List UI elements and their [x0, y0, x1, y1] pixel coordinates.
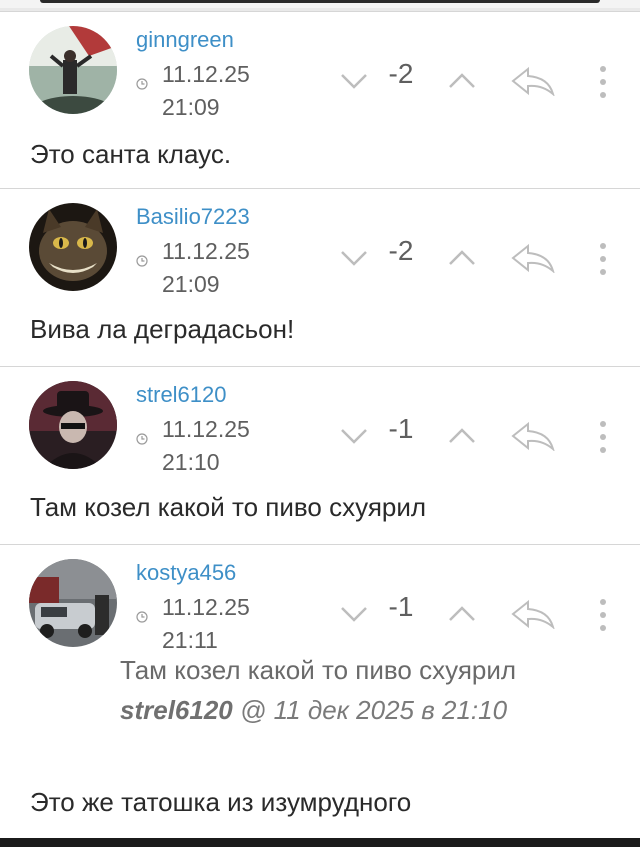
avatar[interactable] [29, 381, 117, 469]
chevron-down-icon[interactable] [340, 249, 368, 267]
comment-text: Там козел какой то пиво схуярил [30, 492, 427, 522]
reply-arrow-icon[interactable] [510, 599, 556, 629]
chevron-down-icon[interactable] [340, 72, 368, 90]
comment-time: 21:11 [162, 627, 218, 653]
reply-arrow-icon[interactable] [510, 66, 556, 96]
username[interactable]: strel6120 [136, 382, 227, 408]
comment-time: 21:09 [162, 271, 220, 297]
username[interactable]: kostya456 [136, 560, 236, 586]
comment-date: 11.12.25 [162, 594, 250, 620]
quoted-text: Там козел какой то пиво схуярил [120, 655, 517, 685]
more-vertical-icon[interactable] [596, 241, 610, 277]
more-vertical-icon[interactable] [596, 419, 610, 455]
comment-score: -1 [388, 413, 414, 444]
chevron-up-icon[interactable] [448, 427, 476, 445]
comment-date: 11.12.25 [162, 416, 250, 442]
quote-attribution: strel6120 @ 11 дек 2025 в 21:10 [120, 695, 507, 726]
comment-date: 11.12.25 [162, 238, 250, 264]
avatar[interactable] [29, 26, 117, 114]
bottom-edge [0, 838, 640, 847]
chevron-up-icon[interactable] [448, 605, 476, 623]
clock-icon [136, 433, 148, 445]
comment-text: Вива ла деградасьон! [30, 314, 295, 344]
comment-item: strel6120 11.12.25 21:10 -1 Там козел ка… [0, 366, 640, 544]
comment-date: 11.12.25 [162, 61, 250, 87]
comment-item: ginngreen 11.12.25 21:09 -2 Это санта кл… [0, 11, 640, 189]
chevron-down-icon[interactable] [340, 427, 368, 445]
comment-text: Это же татошка из изумрудного [30, 787, 412, 817]
avatar[interactable] [29, 203, 117, 291]
clock-icon [136, 611, 148, 623]
quote-date: @ 11 дек 2025 в 21:10 [232, 695, 508, 725]
top-edge [0, 0, 640, 8]
quote-author-link[interactable]: strel6120 [120, 695, 233, 725]
comment-time: 21:09 [162, 94, 220, 120]
more-vertical-icon[interactable] [596, 64, 610, 100]
clock-icon [136, 255, 148, 267]
comment-score: -2 [388, 235, 414, 266]
chevron-up-icon[interactable] [448, 72, 476, 90]
more-vertical-icon[interactable] [596, 597, 610, 633]
comment-score: -2 [388, 58, 414, 89]
comment-time: 21:10 [162, 449, 220, 475]
comment-item: kostya456 11.12.25 21:11 -1 Там козел ка… [0, 544, 640, 838]
reply-arrow-icon[interactable] [510, 421, 556, 451]
chevron-down-icon[interactable] [340, 605, 368, 623]
comment-score: -1 [388, 591, 414, 622]
avatar[interactable] [29, 559, 117, 647]
username[interactable]: Basilio7223 [136, 204, 250, 230]
chevron-up-icon[interactable] [448, 249, 476, 267]
username[interactable]: ginngreen [136, 27, 234, 53]
comment-text: Это санта клаус. [30, 139, 232, 169]
reply-arrow-icon[interactable] [510, 243, 556, 273]
clock-icon [136, 78, 148, 90]
comment-item: Basilio7223 11.12.25 21:09 -2 Вива ла де… [0, 188, 640, 366]
